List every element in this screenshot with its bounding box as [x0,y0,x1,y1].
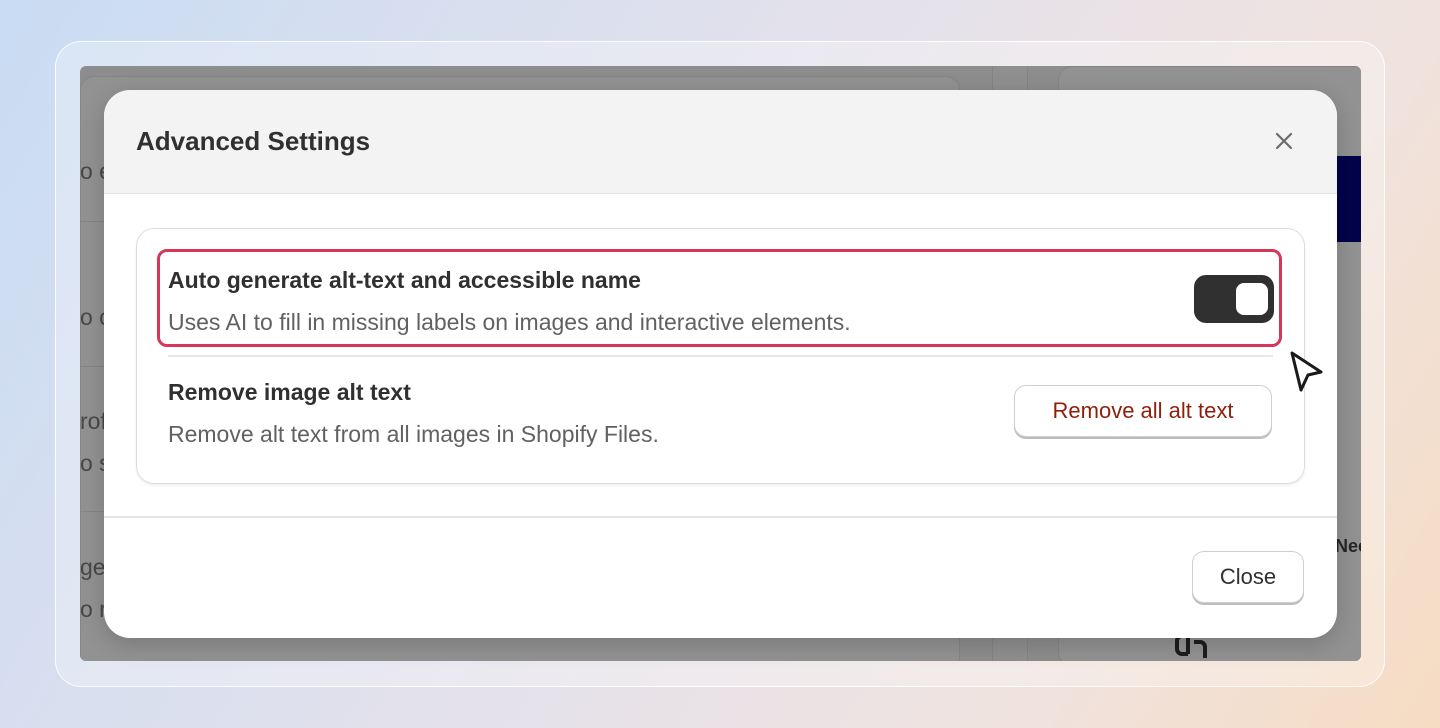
background-text: o r [80,596,107,622]
highlight-outline [157,249,1282,347]
close-icon[interactable] [1271,128,1297,154]
footer-divider [104,516,1337,518]
divider [168,355,1273,357]
settings-card: Auto generate alt-text and accessible na… [136,228,1305,484]
mouse-cursor-icon [1290,351,1323,392]
advanced-settings-modal: Advanced Settings Auto generate alt-text… [104,90,1337,638]
modal-header: Advanced Settings [104,90,1337,194]
background-text: Nee [1335,536,1361,556]
modal-title: Advanced Settings [136,126,371,156]
remove-all-alt-text-button[interactable]: Remove all alt text [1014,385,1272,437]
close-button[interactable]: Close [1192,551,1304,603]
auto-alt-text-toggle[interactable] [1194,275,1274,323]
setting-description: Remove alt text from all images in Shopi… [168,421,659,447]
background-text: rof [80,408,107,434]
toggle-knob [1236,283,1268,315]
setting-title: Remove image alt text [168,379,411,405]
background-text: ge [80,554,106,580]
